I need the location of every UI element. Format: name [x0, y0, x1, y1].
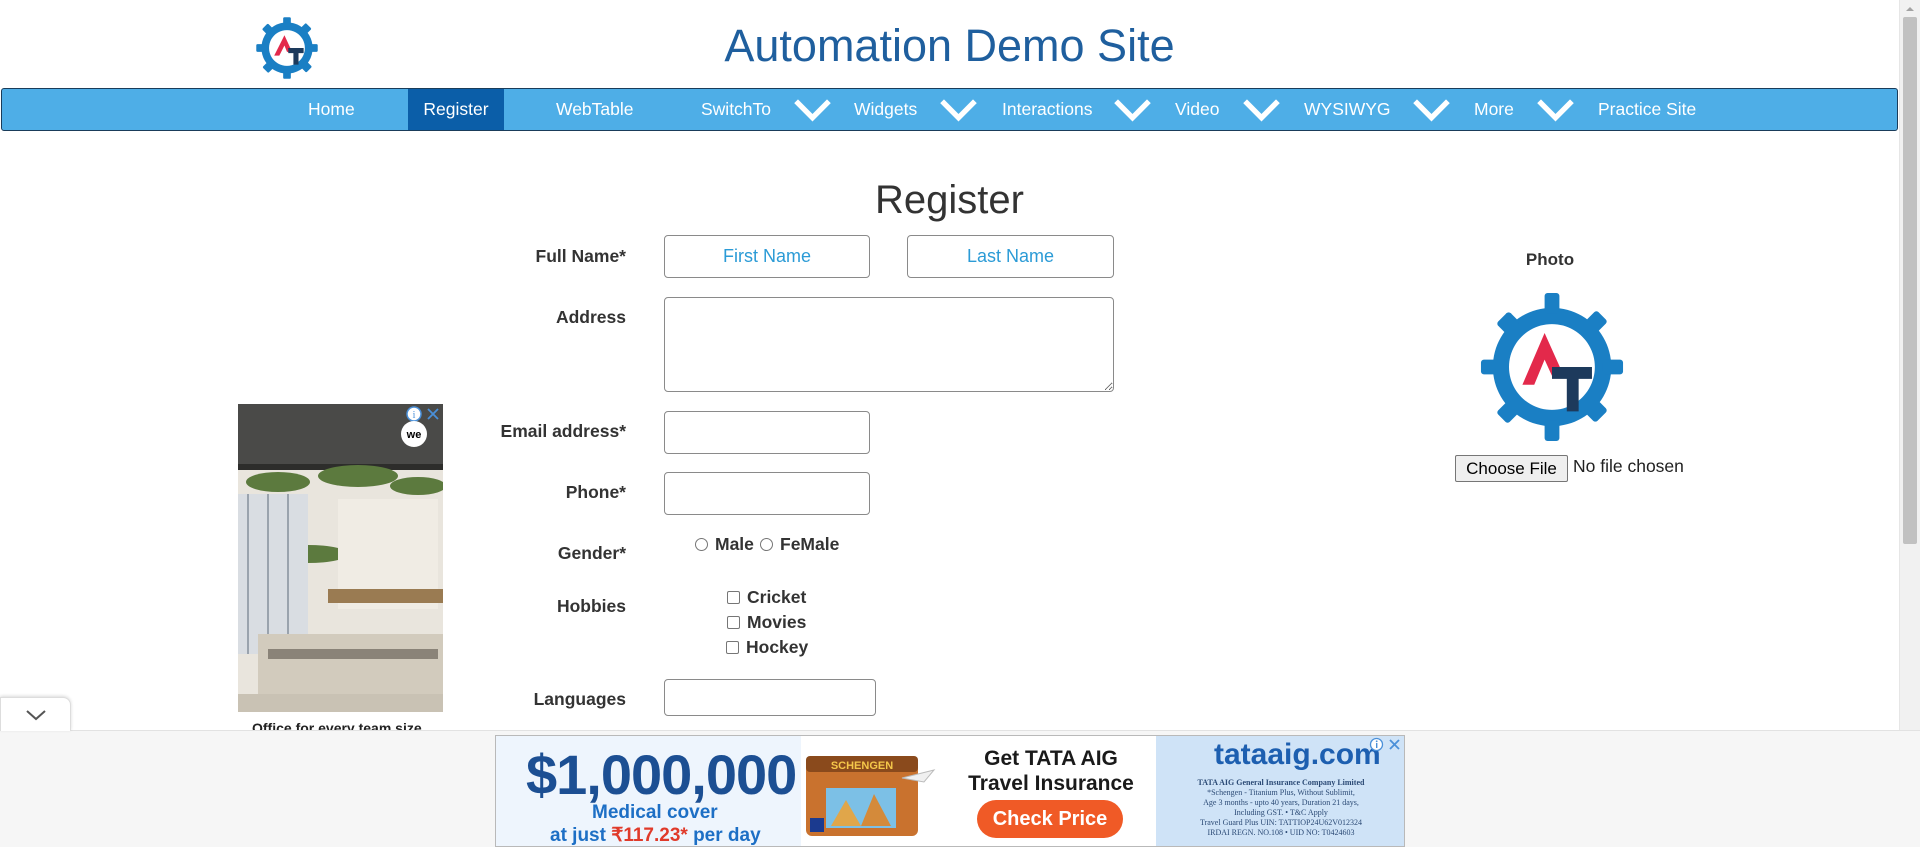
nav-practice-site[interactable]: Practice Site — [1598, 89, 1696, 130]
ad-amount: $1,000,000 — [526, 743, 797, 806]
nav-switchto-label: SwitchTo — [701, 99, 772, 119]
info-icon[interactable] — [1369, 737, 1384, 752]
ad-fine-line: Age 3 months - upto 40 years, Duration 2… — [1203, 798, 1359, 807]
ad-fine-line: *Schengen - Titanium Plus, Without Subli… — [1207, 788, 1355, 797]
gender-male-label: Male — [715, 534, 754, 554]
suitcase-image: SCHENGEN — [806, 756, 936, 836]
site-title: Automation Demo Site — [724, 20, 1175, 71]
chevron-down-icon[interactable] — [1, 698, 72, 732]
nav-webtable[interactable]: WebTable — [556, 89, 634, 130]
phone-input[interactable] — [664, 472, 870, 515]
nav-interactions-label: Interactions — [1002, 99, 1093, 119]
hobby-cricket-label: Cricket — [747, 587, 807, 607]
nav-register[interactable]: Register — [408, 89, 504, 130]
bottom-ad-banner[interactable]: $1,000,000 Medical cover at just ₹117.23… — [495, 735, 1405, 847]
nav-widgets-label: Widgets — [854, 99, 918, 119]
ad-fine-print: TATA AIG General Insurance Company Limit… — [1176, 778, 1386, 838]
nav-wysiwyg-label: WYSIWYG — [1304, 99, 1391, 119]
ad-subtitle: Medical cover — [592, 802, 718, 823]
ad-headline: Get TATA AIG Travel Insurance — [968, 747, 1134, 795]
hobby-movies-label: Movies — [747, 612, 807, 632]
hobby-hockey-label: Hockey — [746, 637, 809, 657]
nav-video[interactable]: Video — [1175, 89, 1219, 130]
ad-price-line: at just ₹117.23* per day — [550, 824, 761, 846]
nav-widgets[interactable]: Widgets — [854, 89, 917, 130]
gender-male-radio[interactable] — [695, 538, 708, 551]
gender-female-label: FeMale — [780, 534, 840, 554]
chevron-down-icon[interactable] — [1112, 89, 1153, 130]
email-input[interactable] — [664, 411, 870, 454]
collapse-ad-tab[interactable] — [0, 697, 71, 731]
full-name-label: Full Name* — [535, 246, 626, 266]
ad-suitcase-text: SCHENGEN — [831, 760, 893, 772]
nav-more[interactable]: More — [1474, 89, 1514, 130]
ad-fine-line: Including GST. • T&C Apply — [1234, 808, 1328, 817]
chevron-down-icon[interactable] — [1241, 89, 1282, 130]
chevron-down-icon[interactable] — [938, 89, 979, 130]
ad-price-suffix: per day — [687, 825, 761, 846]
first-name-input[interactable] — [664, 235, 870, 278]
ad-fine-line: Travel Guard Plus UIN: TATTIOP24U62V0123… — [1199, 818, 1363, 827]
main-navbar: Home Register WebTable SwitchTo Widgets … — [1, 88, 1898, 131]
nav-wysiwyg[interactable]: WYSIWYG — [1304, 89, 1391, 130]
hobby-hockey-checkbox[interactable] — [726, 641, 739, 654]
address-label: Address — [555, 307, 626, 327]
close-icon[interactable] — [1387, 737, 1402, 752]
nav-home[interactable]: Home — [308, 89, 355, 130]
file-status-text: No file chosen — [1573, 456, 1684, 476]
vertical-scrollbar[interactable] — [1899, 0, 1920, 730]
hobby-movies-checkbox[interactable] — [727, 616, 740, 629]
scroll-up-arrow-icon[interactable] — [1904, 4, 1916, 14]
nav-switchto[interactable]: SwitchTo — [701, 89, 771, 130]
side-ad-caption: Office for every team size — [252, 720, 422, 730]
profile-photo-logo-icon — [1480, 293, 1624, 441]
address-textarea[interactable] — [664, 297, 1114, 392]
form-title: Register — [875, 178, 1024, 222]
svg-text:we: we — [406, 429, 422, 441]
nav-video-label: Video — [1175, 99, 1220, 119]
chevron-down-icon[interactable] — [792, 89, 833, 130]
choose-file-button[interactable]: Choose File — [1455, 455, 1568, 482]
ad-brand: tataaig.com — [1214, 738, 1381, 771]
ad-fine-title: TATA AIG General Insurance Company Limit… — [1197, 778, 1365, 787]
svg-text:i: i — [413, 410, 416, 421]
nav-more-label: More — [1474, 99, 1514, 119]
last-name-input[interactable] — [907, 235, 1114, 278]
ad-fine-line: IRDAI REGN. NO.108 • UID NO: T0424603 — [1207, 828, 1355, 837]
gender-female-radio[interactable] — [760, 538, 773, 551]
scrollbar-thumb[interactable] — [1903, 17, 1917, 544]
ad-price: ₹117.23* — [611, 825, 688, 846]
chevron-down-icon[interactable] — [1411, 89, 1452, 130]
ad-price-prefix: at just — [550, 825, 612, 846]
photo-label: Photo — [1525, 250, 1575, 269]
side-ad-banner[interactable]: i we — [238, 404, 443, 712]
hobby-cricket-checkbox[interactable] — [727, 591, 740, 604]
languages-input[interactable] — [664, 679, 876, 716]
chevron-down-icon[interactable] — [1535, 89, 1576, 130]
office-interior-image: i we — [238, 404, 443, 712]
check-price-button[interactable]: Check Price — [977, 800, 1123, 838]
nav-interactions[interactable]: Interactions — [1002, 89, 1092, 130]
